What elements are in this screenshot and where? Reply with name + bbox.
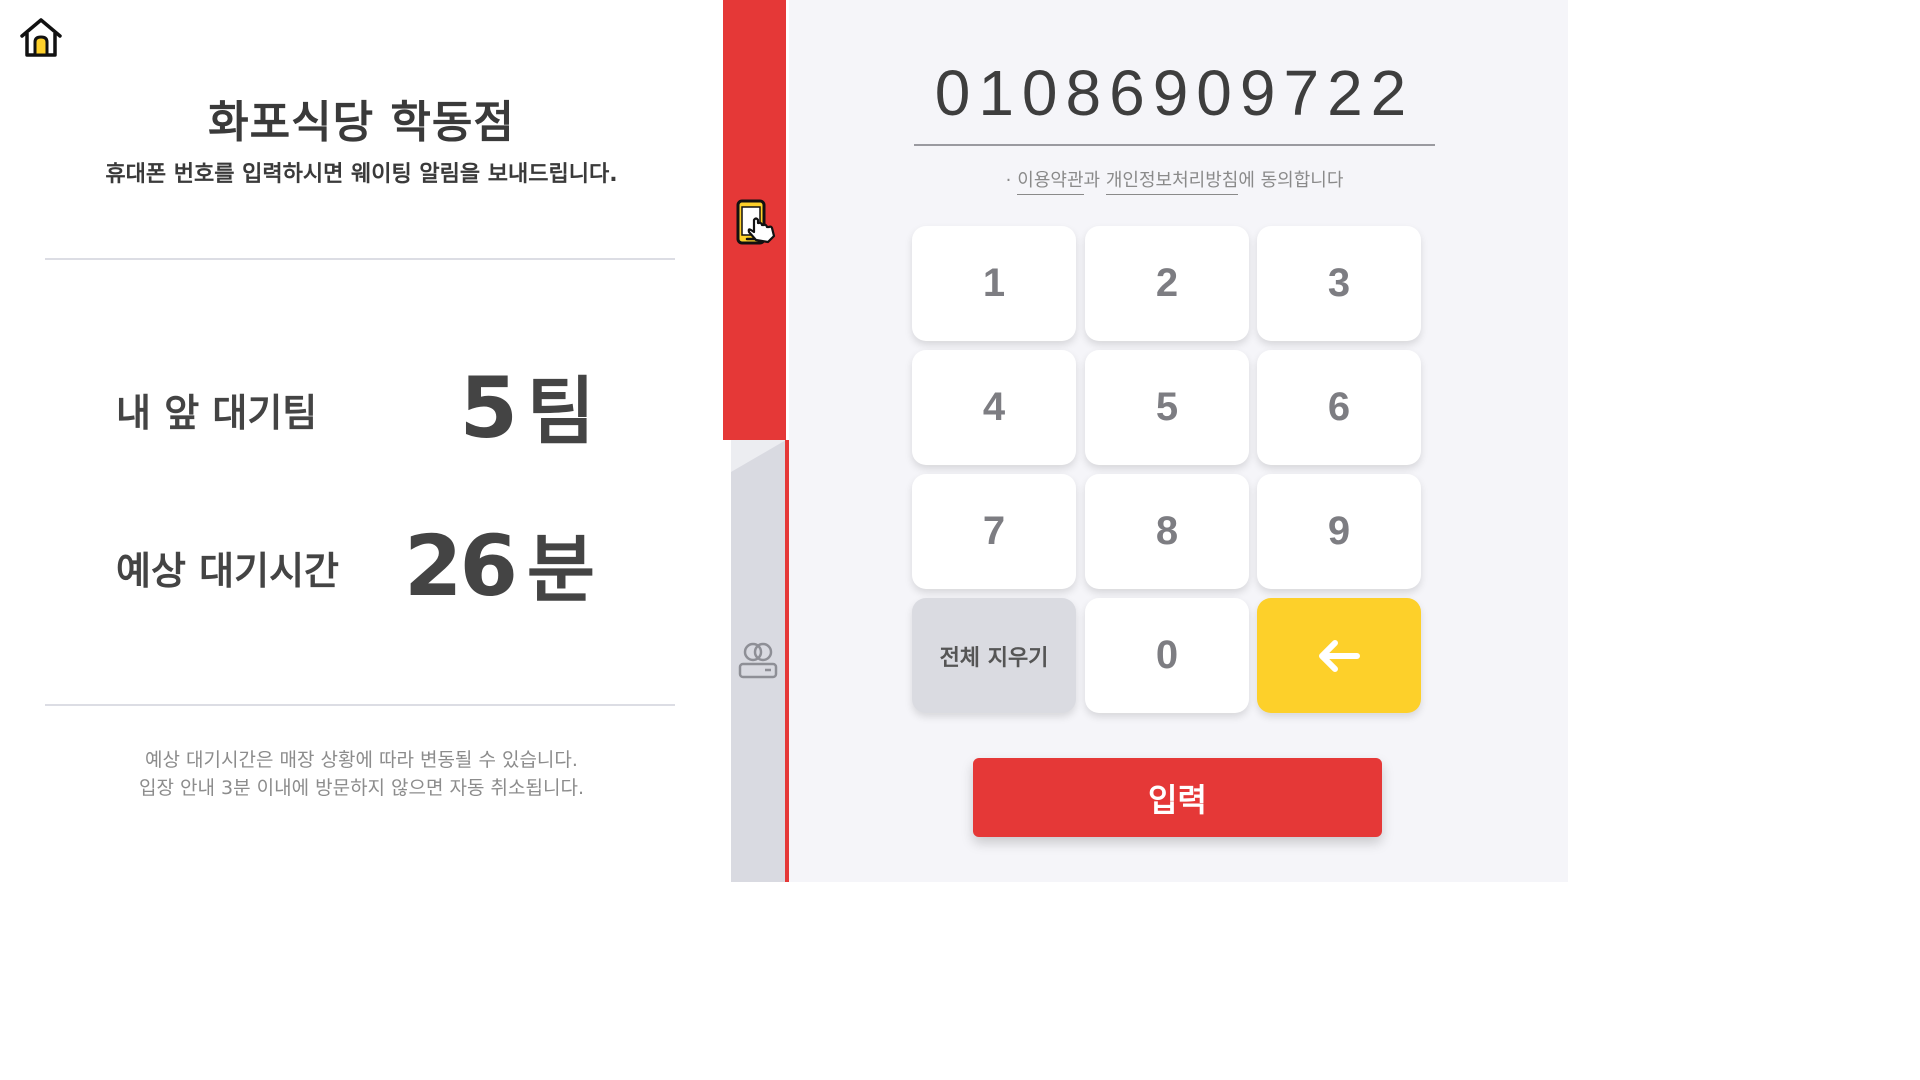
clear-all-button[interactable]: 전체 지우기 [912, 598, 1076, 713]
phone-touch-icon [736, 199, 776, 245]
notice-text: 예상 대기시간은 매장 상황에 따라 변동될 수 있습니다. 입장 안내 3분 … [0, 746, 723, 802]
terms-connector: 과 [1083, 170, 1106, 191]
divider-bottom [45, 704, 675, 706]
wait-time-label: 예상 대기시간 [116, 549, 339, 593]
teams-ahead-value: 5팀 [459, 352, 595, 459]
arrow-left-icon [1319, 639, 1360, 672]
wait-time-unit: 분 [526, 527, 595, 613]
backspace-button[interactable] [1257, 598, 1421, 713]
divider-top [45, 258, 675, 260]
wait-time-value: 26 분 [404, 510, 595, 617]
teams-ahead-number: 5 [459, 359, 517, 457]
subtitle: 휴대폰 번호를 입력하시면 웨이팅 알림을 보내드립니다. [105, 162, 618, 187]
submit-button[interactable]: 입력 [973, 758, 1382, 837]
key-7[interactable]: 7 [912, 474, 1076, 589]
teams-ahead-unit: 팀 [526, 369, 595, 455]
terms-agreement: · 이용약관과 개인정보처리방침에 동의합니다 [914, 166, 1435, 195]
key-8[interactable]: 8 [1085, 474, 1249, 589]
key-3[interactable]: 3 [1257, 226, 1421, 341]
key-2[interactable]: 2 [1085, 226, 1249, 341]
teams-ahead-label: 내 앞 대기팀 [116, 391, 318, 435]
notice-line-1: 예상 대기시간은 매장 상황에 따라 변동될 수 있습니다. [145, 749, 578, 771]
wait-time-number: 26 [404, 517, 518, 615]
home-icon [20, 18, 62, 57]
key-4[interactable]: 4 [912, 350, 1076, 465]
key-0[interactable]: 0 [1085, 598, 1249, 713]
phone-number-display[interactable]: 01086909722 [914, 56, 1435, 130]
store-name: 화포식당 학동점 [208, 97, 515, 148]
terms-bullet: · [1005, 170, 1012, 191]
waiting-people-icon [738, 642, 778, 679]
key-5[interactable]: 5 [1085, 350, 1249, 465]
key-6[interactable]: 6 [1257, 350, 1421, 465]
left-panel: 화포식당 학동점 휴대폰 번호를 입력하시면 웨이팅 알림을 보내드립니다. 내… [0, 0, 723, 882]
key-9[interactable]: 9 [1257, 474, 1421, 589]
privacy-policy-link[interactable]: 개인정보처리방침 [1105, 170, 1239, 195]
side-tab-fold [731, 440, 786, 472]
phone-number-underline [914, 144, 1435, 146]
waiting-list-tab[interactable] [737, 640, 779, 682]
key-1[interactable]: 1 [912, 226, 1076, 341]
home-button[interactable] [18, 16, 64, 60]
terms-of-service-link[interactable]: 이용약관 [1017, 170, 1084, 195]
phone-entry-tab[interactable] [734, 198, 780, 248]
terms-suffix: 에 동의합니다 [1238, 170, 1344, 191]
notice-line-2: 입장 안내 3분 이내에 방문하지 않으면 자동 취소됩니다. [139, 777, 584, 799]
